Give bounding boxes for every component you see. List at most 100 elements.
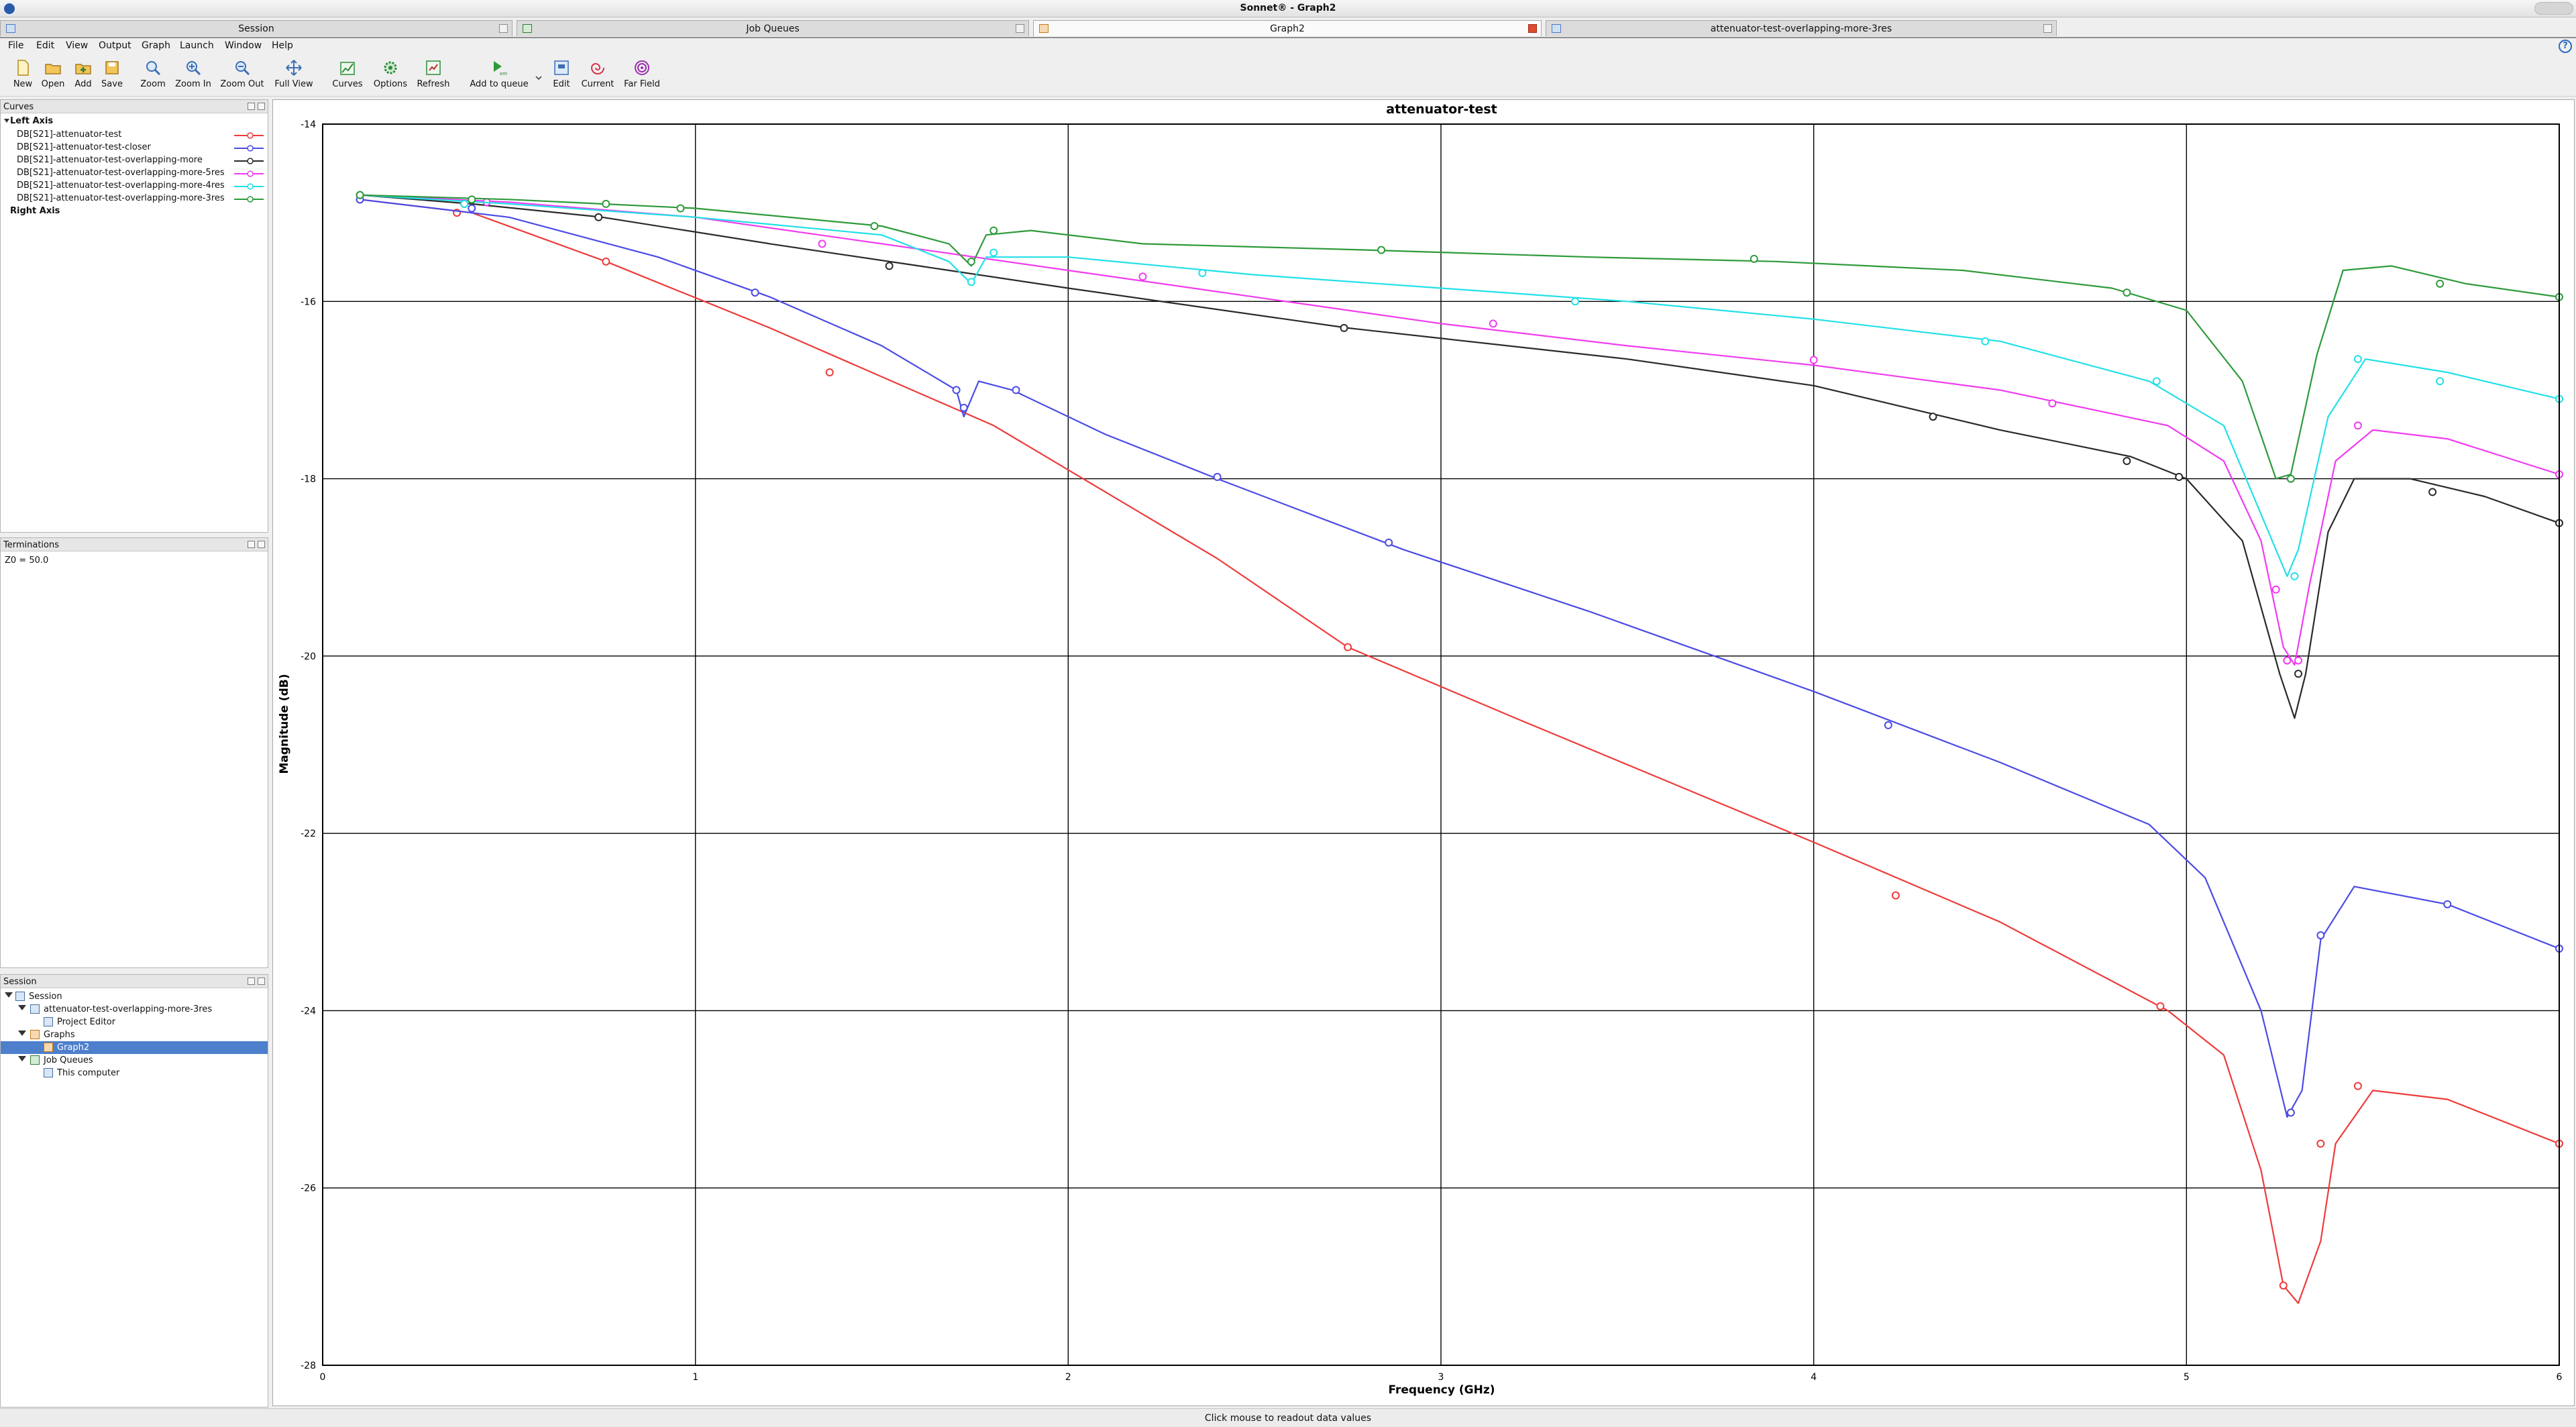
add-to-queue-dropdown[interactable] bbox=[534, 59, 543, 95]
series-line[interactable] bbox=[360, 194, 2560, 666]
edit-button[interactable]: Edit bbox=[549, 59, 574, 95]
data-point-marker[interactable] bbox=[2443, 900, 2452, 908]
data-point-marker[interactable] bbox=[751, 288, 759, 297]
data-point-marker[interactable] bbox=[989, 226, 998, 235]
series-2[interactable] bbox=[356, 195, 2563, 1118]
refresh-button[interactable]: Refresh bbox=[415, 59, 452, 95]
curve-item[interactable]: DB[S21]-attenuator-test-overlapping-more… bbox=[17, 193, 264, 205]
data-point-marker[interactable] bbox=[1198, 269, 1207, 277]
tree-item-project[interactable]: attenuator-test-overlapping-more-3res bbox=[1, 1003, 268, 1016]
tree-item-graph2[interactable]: Graph2 bbox=[1, 1041, 268, 1054]
close-icon[interactable] bbox=[2043, 24, 2052, 33]
close-icon[interactable] bbox=[1016, 24, 1024, 33]
data-point-marker[interactable] bbox=[356, 191, 364, 199]
tree-item-job-queues[interactable]: Job Queues bbox=[1, 1054, 268, 1067]
right-axis-group[interactable]: Right Axis bbox=[10, 206, 60, 216]
data-point-marker[interactable] bbox=[2156, 1002, 2165, 1010]
tree-item-graphs[interactable]: Graphs bbox=[1, 1028, 268, 1041]
far-field-button[interactable]: Far Field bbox=[621, 59, 663, 95]
data-point-marker[interactable] bbox=[2436, 279, 2445, 288]
data-point-marker[interactable] bbox=[468, 195, 476, 204]
expand-arrow-icon[interactable] bbox=[18, 1030, 26, 1036]
data-point-marker[interactable] bbox=[1340, 323, 1348, 332]
data-point-marker[interactable] bbox=[2353, 355, 2362, 364]
data-point-marker[interactable] bbox=[2048, 399, 2057, 408]
menu-help[interactable]: Help bbox=[272, 40, 293, 51]
data-point-marker[interactable] bbox=[1377, 246, 1386, 254]
data-point-marker[interactable] bbox=[1929, 413, 1937, 421]
data-point-marker[interactable] bbox=[594, 213, 603, 221]
series-3[interactable] bbox=[356, 191, 2563, 719]
tab-project-editor[interactable]: attenuator-test-overlapping-more-3res bbox=[1546, 20, 2057, 36]
data-point-marker[interactable] bbox=[1385, 538, 1393, 547]
expand-arrow-icon[interactable] bbox=[5, 992, 13, 998]
data-point-marker[interactable] bbox=[1012, 386, 1020, 394]
data-point-marker[interactable] bbox=[1750, 254, 1758, 263]
data-point-marker[interactable] bbox=[602, 257, 610, 266]
tab-job-queues[interactable]: Job Queues bbox=[517, 20, 1029, 36]
data-point-marker[interactable] bbox=[1571, 297, 1580, 306]
data-point-marker[interactable] bbox=[1981, 337, 1990, 346]
tree-item-session[interactable]: Session bbox=[1, 990, 268, 1003]
curve-item[interactable]: DB[S21]-attenuator-test-overlapping-more… bbox=[17, 167, 264, 180]
data-point-marker[interactable] bbox=[1213, 472, 1222, 481]
window-control-button[interactable] bbox=[2534, 2, 2573, 15]
menu-view[interactable]: View bbox=[66, 40, 88, 51]
curve-item[interactable]: DB[S21]-attenuator-test bbox=[17, 129, 264, 142]
add-button[interactable]: Add bbox=[70, 59, 97, 95]
series-6[interactable] bbox=[356, 191, 2563, 483]
data-point-marker[interactable] bbox=[959, 403, 968, 412]
data-point-marker[interactable] bbox=[885, 262, 894, 270]
data-point-marker[interactable] bbox=[2286, 1108, 2295, 1117]
series-1[interactable] bbox=[356, 195, 2563, 1304]
termination-value[interactable]: Z0 = 50.0 bbox=[5, 556, 48, 566]
tab-session[interactable]: Session bbox=[0, 20, 513, 36]
close-icon[interactable] bbox=[499, 24, 508, 33]
data-point-marker[interactable] bbox=[2283, 656, 2292, 665]
menu-file[interactable]: File bbox=[8, 40, 23, 51]
curve-item[interactable]: DB[S21]-attenuator-test-overlapping-more bbox=[17, 154, 264, 167]
curves-button[interactable]: Curves bbox=[330, 59, 365, 95]
graph-view[interactable]: attenuator-test 0 1 2 3 4 5 6 -14 -16 -18 -20 -22 -2… bbox=[272, 99, 2575, 1406]
expand-arrow-icon[interactable] bbox=[3, 117, 10, 124]
menu-window[interactable]: Window bbox=[225, 40, 262, 51]
data-point-marker[interactable] bbox=[2353, 421, 2362, 430]
tab-graph2[interactable]: Graph2 bbox=[1033, 20, 1542, 36]
menu-graph[interactable]: Graph bbox=[142, 40, 170, 51]
data-point-marker[interactable] bbox=[2123, 457, 2131, 466]
data-point-marker[interactable] bbox=[2294, 670, 2303, 678]
series-line[interactable] bbox=[360, 194, 2560, 719]
data-point-marker[interactable] bbox=[2290, 572, 2299, 580]
menu-launch[interactable]: Launch bbox=[180, 40, 214, 51]
data-point-marker[interactable] bbox=[2428, 488, 2437, 496]
series-4[interactable] bbox=[356, 191, 2563, 666]
data-point-marker[interactable] bbox=[2123, 288, 2131, 297]
zoom-out-button[interactable]: Zoom Out bbox=[219, 59, 266, 95]
data-point-marker[interactable] bbox=[2353, 1081, 2362, 1090]
add-to-queue-button[interactable]: em Add to queue bbox=[467, 59, 531, 95]
curve-item[interactable]: DB[S21]-attenuator-test-overlapping-more… bbox=[17, 180, 264, 193]
open-button[interactable]: Open bbox=[39, 59, 67, 95]
series-line[interactable] bbox=[360, 199, 2560, 1118]
expand-arrow-icon[interactable] bbox=[18, 1056, 26, 1061]
data-point-marker[interactable] bbox=[825, 368, 834, 376]
float-panel-icon[interactable] bbox=[248, 103, 255, 110]
data-point-marker[interactable] bbox=[676, 204, 685, 213]
data-point-marker[interactable] bbox=[1489, 319, 1497, 328]
close-panel-icon[interactable] bbox=[258, 103, 265, 110]
close-icon[interactable] bbox=[1528, 24, 1537, 33]
data-point-marker[interactable] bbox=[2294, 656, 2303, 665]
left-axis-group[interactable]: Left Axis bbox=[10, 116, 53, 126]
full-view-button[interactable]: Full View bbox=[272, 59, 315, 95]
data-point-marker[interactable] bbox=[468, 204, 476, 213]
data-point-marker[interactable] bbox=[2316, 1139, 2325, 1148]
menu-output[interactable]: Output bbox=[99, 40, 131, 51]
menu-edit[interactable]: Edit bbox=[36, 40, 54, 51]
data-point-marker[interactable] bbox=[1809, 356, 1818, 364]
data-point-marker[interactable] bbox=[602, 199, 610, 208]
tree-item-project-editor[interactable]: Project Editor bbox=[1, 1016, 268, 1028]
data-point-marker[interactable] bbox=[1138, 272, 1147, 281]
data-point-marker[interactable] bbox=[460, 199, 469, 208]
data-point-marker[interactable] bbox=[818, 240, 826, 248]
data-point-marker[interactable] bbox=[2436, 377, 2445, 386]
